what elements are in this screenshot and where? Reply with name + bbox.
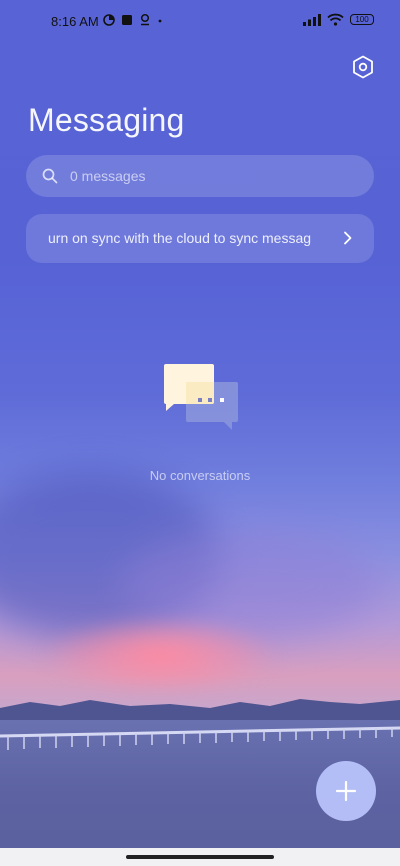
chat-bubbles-icon <box>164 364 238 430</box>
status-time: 8:16 AM <box>51 14 99 29</box>
battery-icon: 100 <box>350 14 374 25</box>
sunset-glow <box>40 615 280 695</box>
more-dot-icon <box>158 19 162 22</box>
home-indicator[interactable] <box>126 855 274 859</box>
system-navigation-bar <box>0 848 400 866</box>
cloud-sync-banner[interactable]: urn on sync with the cloud to sync messa… <box>26 214 374 263</box>
notification-icons <box>103 13 163 26</box>
empty-state-text: No conversations <box>149 468 251 483</box>
plus-icon <box>335 780 357 802</box>
signal-icon <box>303 13 321 26</box>
search-icon <box>42 168 58 184</box>
wifi-icon <box>327 13 344 26</box>
battery-level: 100 <box>355 15 369 24</box>
location-icon <box>140 13 150 26</box>
settings-hexagon-icon <box>353 55 373 79</box>
chevron-right-icon <box>344 231 352 245</box>
search-input[interactable] <box>68 167 352 185</box>
data-saver-icon <box>103 13 115 26</box>
app-notification-icon <box>122 14 132 25</box>
distant-hills <box>0 699 400 720</box>
status-bar: 8:16 AM 100 <box>0 0 400 44</box>
search-bar[interactable] <box>26 155 374 197</box>
system-indicators: 100 <box>303 13 374 26</box>
settings-button[interactable] <box>350 54 376 80</box>
new-message-button[interactable] <box>316 761 376 821</box>
sync-banner-text: urn on sync with the cloud to sync messa… <box>48 230 312 246</box>
bridge <box>0 726 400 750</box>
page-title: Messaging <box>28 102 185 138</box>
